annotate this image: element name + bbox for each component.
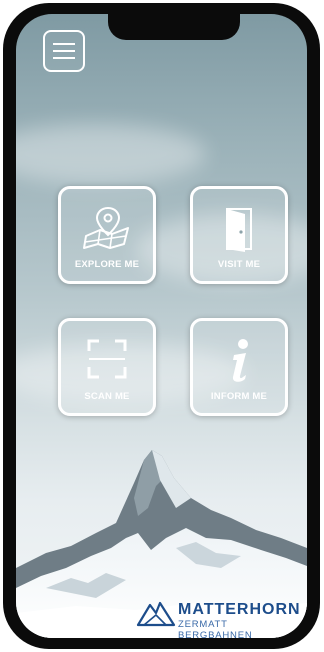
app-screen: EXPLORE ME VISIT ME SCAN ME INFORM ME MA… bbox=[16, 14, 307, 638]
phone-frame: EXPLORE ME VISIT ME SCAN ME INFORM ME MA… bbox=[3, 3, 320, 649]
scan-frame-icon bbox=[86, 338, 128, 384]
explore-me-button[interactable]: EXPLORE ME bbox=[58, 186, 156, 284]
info-icon bbox=[224, 338, 254, 388]
door-icon bbox=[219, 206, 259, 256]
scan-me-button[interactable]: SCAN ME bbox=[58, 318, 156, 416]
map-pin-icon bbox=[82, 206, 132, 254]
inform-me-button[interactable]: INFORM ME bbox=[190, 318, 288, 416]
brand-subtitle: ZERMATT BERGBAHNEN bbox=[178, 619, 253, 638]
tile-label: VISIT ME bbox=[217, 259, 261, 270]
tile-label: SCAN ME bbox=[84, 391, 130, 402]
tile-label: INFORM ME bbox=[210, 391, 268, 402]
matterhorn-brand: MATTERHORN ZERMATT BERGBAHNEN bbox=[134, 597, 304, 638]
matterhorn-logo-icon bbox=[136, 599, 176, 631]
tile-label: EXPLORE ME bbox=[74, 259, 140, 270]
cloud bbox=[16, 124, 206, 184]
notch bbox=[108, 14, 240, 40]
visit-me-button[interactable]: VISIT ME bbox=[190, 186, 288, 284]
menu-button[interactable] bbox=[43, 30, 85, 72]
brand-name: MATTERHORN bbox=[178, 601, 301, 618]
